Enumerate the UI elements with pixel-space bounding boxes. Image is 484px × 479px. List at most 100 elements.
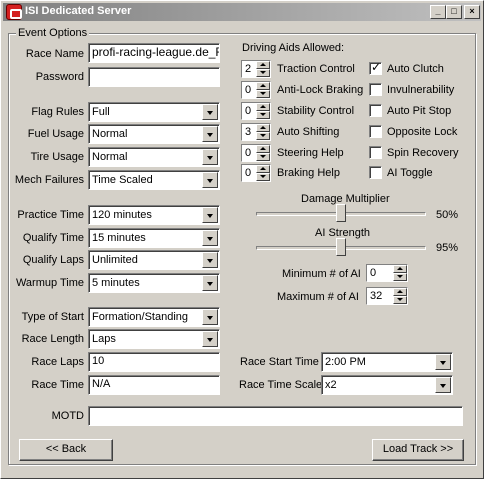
app-logo-icon: [6, 4, 22, 20]
ai-strength-thumb[interactable]: [336, 238, 346, 261]
spin-down-icon[interactable]: [256, 69, 270, 77]
race-time-input[interactable]: N/A: [88, 375, 220, 395]
spinner-value: 0: [245, 84, 252, 96]
chevron-down-icon[interactable]: [202, 126, 218, 142]
warmup-time-label: Warmup Time: [15, 277, 84, 289]
flag-rules-select[interactable]: Full: [88, 102, 220, 122]
race-length-select[interactable]: Laps: [88, 329, 220, 349]
mech-failures-select[interactable]: Time Scaled: [88, 170, 220, 190]
motd-input[interactable]: [88, 406, 463, 426]
practice-time-select[interactable]: 120 minutes: [88, 205, 220, 225]
spin-up-icon[interactable]: [256, 165, 270, 173]
password-input[interactable]: [88, 67, 220, 87]
spin-up-icon[interactable]: [256, 124, 270, 132]
qualify-laps-select[interactable]: Unlimited: [88, 250, 220, 270]
race-start-time-select[interactable]: 2:00 PM: [321, 352, 453, 372]
driving-aids-header: Driving Aids Allowed:: [242, 42, 345, 54]
spin-down-icon[interactable]: [393, 273, 407, 281]
anti-lock-braking-spinner[interactable]: 0: [241, 81, 271, 99]
title-bar[interactable]: ISI Dedicated Server _ □ ×: [3, 3, 481, 21]
chevron-down-icon[interactable]: [202, 207, 218, 223]
flag-rules-value: Full: [92, 106, 110, 118]
practice-time-label: Practice Time: [17, 209, 84, 221]
chevron-down-icon[interactable]: [435, 377, 451, 393]
spin-down-icon[interactable]: [256, 90, 270, 98]
auto-pit-stop-checkbox[interactable]: [369, 104, 382, 117]
spinner-value: 0: [245, 167, 252, 179]
race-time-scale-value: x2: [325, 379, 337, 391]
spin-up-icon[interactable]: [256, 61, 270, 69]
spinner-value: 2: [245, 63, 252, 75]
max-ai-spinner[interactable]: 32: [366, 287, 408, 305]
chevron-down-icon[interactable]: [202, 104, 218, 120]
damage-multiplier-thumb[interactable]: [336, 204, 346, 227]
group-title: Event Options: [16, 27, 90, 39]
race-start-time-value: 2:00 PM: [325, 356, 366, 368]
spin-down-icon[interactable]: [256, 153, 270, 161]
chevron-down-icon[interactable]: [202, 172, 218, 188]
minimize-button[interactable]: _: [430, 5, 446, 19]
chevron-down-icon[interactable]: [202, 230, 218, 246]
type-of-start-select[interactable]: Formation/Standing: [88, 307, 220, 327]
maximize-button[interactable]: □: [446, 5, 462, 19]
ai-strength-value: 95%: [436, 242, 459, 254]
fuel-usage-value: Normal: [92, 128, 128, 140]
auto-shifting-spinner[interactable]: 3: [241, 123, 271, 141]
window-title: ISI Dedicated Server: [25, 5, 132, 17]
opposite-lock-label: Opposite Lock: [387, 126, 458, 138]
damage-multiplier-value: 50%: [436, 209, 459, 221]
race-laps-input[interactable]: 10: [88, 352, 220, 372]
spin-down-icon[interactable]: [393, 296, 407, 304]
warmup-time-select[interactable]: 5 minutes: [88, 273, 220, 293]
spin-up-icon[interactable]: [393, 265, 407, 273]
race-start-time-label: Race Start Time: [240, 356, 319, 368]
chevron-down-icon[interactable]: [202, 275, 218, 291]
spin-up-icon[interactable]: [256, 145, 270, 153]
spin-up-icon[interactable]: [256, 82, 270, 90]
spin-down-icon[interactable]: [256, 132, 270, 140]
spin-recovery-checkbox[interactable]: [369, 146, 382, 159]
race-time-scale-label: Race Time Scale: [239, 379, 323, 391]
auto-clutch-checkbox[interactable]: ✓: [369, 60, 382, 75]
auto-shifting-label: Auto Shifting: [277, 126, 340, 138]
fuel-usage-select[interactable]: Normal: [88, 124, 220, 144]
load-track-button[interactable]: Load Track >>: [372, 439, 464, 461]
ai-toggle-checkbox[interactable]: [369, 166, 382, 179]
chevron-down-icon[interactable]: [435, 354, 451, 370]
password-label: Password: [35, 71, 84, 83]
warmup-time-value: 5 minutes: [92, 277, 140, 289]
chevron-down-icon[interactable]: [202, 252, 218, 268]
spin-down-icon[interactable]: [256, 111, 270, 119]
flag-rules-label: Flag Rules: [31, 106, 84, 118]
min-ai-spinner[interactable]: 0: [366, 264, 408, 282]
type-of-start-value: Formation/Standing: [92, 311, 188, 323]
race-time-label: Race Time: [31, 379, 84, 391]
chevron-down-icon[interactable]: [202, 309, 218, 325]
stability-control-spinner[interactable]: 0: [241, 102, 271, 120]
spin-down-icon[interactable]: [256, 173, 270, 181]
tire-usage-value: Normal: [92, 151, 128, 163]
qualify-laps-value: Unlimited: [92, 254, 138, 266]
spin-recovery-label: Spin Recovery: [387, 147, 459, 159]
braking-help-spinner[interactable]: 0: [241, 164, 271, 182]
tire-usage-select[interactable]: Normal: [88, 147, 220, 167]
spinner-value: 0: [245, 147, 252, 159]
checkmark-icon: ✓: [371, 60, 382, 74]
race-name-input[interactable]: profi-racing-league.de_F1: [88, 43, 220, 63]
invulnerability-checkbox[interactable]: [369, 83, 382, 96]
qualify-time-select[interactable]: 15 minutes: [88, 228, 220, 248]
opposite-lock-checkbox[interactable]: [369, 125, 382, 138]
chevron-down-icon[interactable]: [202, 331, 218, 347]
max-ai-label: Maximum # of AI: [277, 291, 359, 303]
auto-clutch-label: Auto Clutch: [387, 63, 444, 75]
spin-up-icon[interactable]: [393, 288, 407, 296]
back-button[interactable]: << Back: [19, 439, 113, 461]
traction-control-spinner[interactable]: 2: [241, 60, 271, 78]
spin-up-icon[interactable]: [256, 103, 270, 111]
close-button[interactable]: ×: [464, 5, 480, 19]
race-time-scale-select[interactable]: x2: [321, 375, 453, 395]
steering-help-spinner[interactable]: 0: [241, 144, 271, 162]
chevron-down-icon[interactable]: [202, 149, 218, 165]
auto-pit-stop-label: Auto Pit Stop: [387, 105, 452, 117]
ai-toggle-label: AI Toggle: [387, 167, 433, 179]
